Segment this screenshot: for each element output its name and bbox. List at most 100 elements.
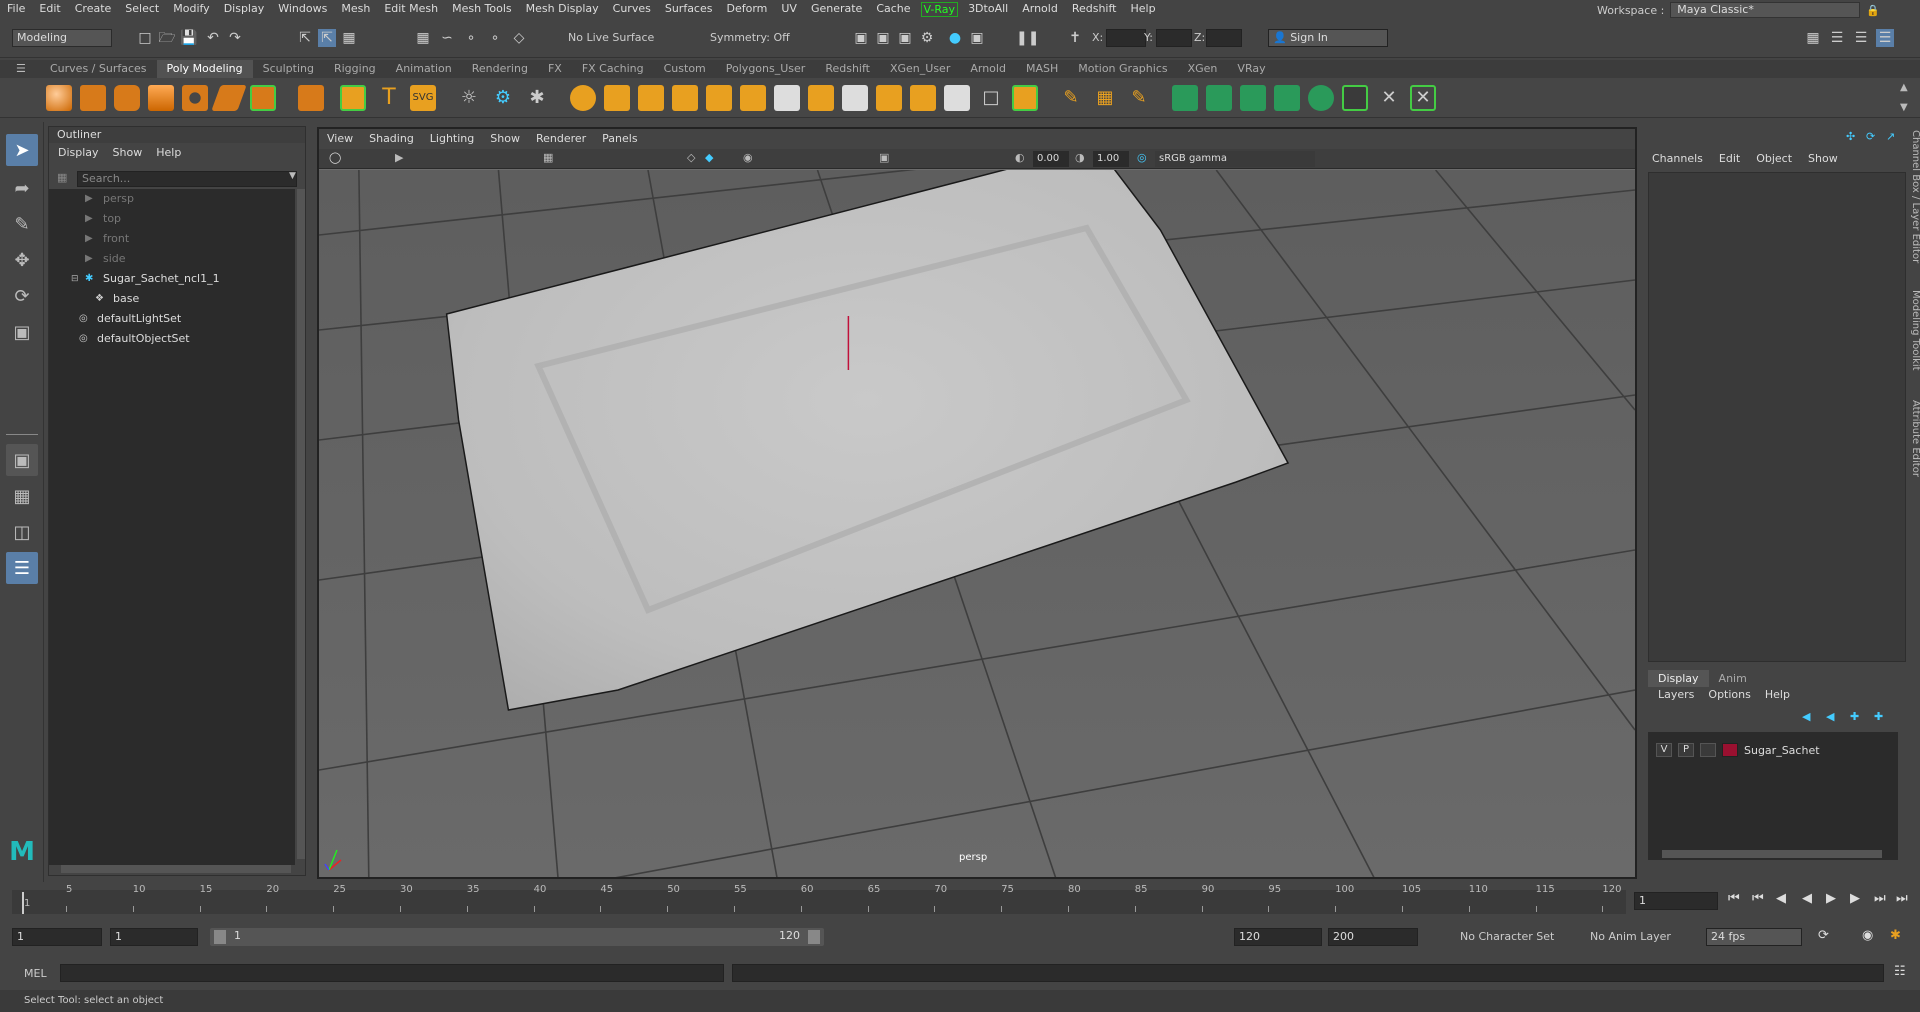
text-tool-icon[interactable]: T — [376, 85, 402, 111]
shelf-tab-xgen[interactable]: XGen — [1178, 60, 1228, 78]
menu-v-ray[interactable]: V-Ray — [920, 1, 959, 17]
layer-move-up-icon[interactable]: ◀ — [1802, 710, 1810, 723]
bridge-icon[interactable] — [774, 85, 800, 111]
outliner-item[interactable]: ▶ top — [49, 209, 295, 229]
viewport-menu-view[interactable]: View — [327, 129, 353, 149]
shelf-tab-custom[interactable]: Custom — [654, 60, 716, 78]
poly-cone-icon[interactable] — [148, 85, 174, 111]
uv-camera-icon[interactable] — [1308, 85, 1334, 111]
multi-cut-icon[interactable]: ✎ — [1058, 85, 1084, 111]
viewport-canvas[interactable] — [319, 170, 1635, 879]
outliner-layout-icon[interactable]: ☰ — [6, 552, 38, 584]
modeling-toolkit-icon[interactable]: ▦ — [1804, 29, 1822, 47]
move-tool-icon[interactable]: ✥ — [6, 244, 38, 276]
mash-network-icon[interactable]: ☼ — [456, 85, 482, 111]
shelf-tab-animation[interactable]: Animation — [386, 60, 462, 78]
save-scene-icon[interactable]: 💾 — [180, 29, 198, 47]
play-forward-icon[interactable]: ▶ — [1826, 891, 1836, 906]
layer-name[interactable]: Sugar_Sachet — [1744, 744, 1820, 757]
select-tool-icon[interactable]: ➤ — [6, 134, 38, 166]
outliner-item[interactable]: ▶ front — [49, 229, 295, 249]
textured-icon[interactable]: ◉ — [743, 151, 753, 164]
side-tab-attribute-editor[interactable]: Attribute Editor — [1910, 400, 1920, 477]
poly-sphere-icon[interactable] — [46, 85, 72, 111]
poly-torus-icon[interactable] — [182, 85, 208, 111]
gamma-icon[interactable]: ◑ — [1075, 151, 1085, 164]
shelf-tab-mash[interactable]: MASH — [1016, 60, 1068, 78]
layer-visibility-toggle[interactable]: V — [1656, 743, 1672, 757]
merge-icon[interactable] — [910, 85, 936, 111]
outliner-filter-icon[interactable]: ▦ — [57, 171, 67, 184]
search-dropdown-icon[interactable]: ▼ — [289, 171, 296, 181]
shelf-scroll-up-icon[interactable]: ▲ — [1900, 82, 1908, 93]
script-editor-icon[interactable]: ☷ — [1894, 964, 1906, 979]
shelf-tab-polygons-user[interactable]: Polygons_User — [716, 60, 816, 78]
combine-icon[interactable] — [570, 85, 596, 111]
range-start-handle[interactable] — [214, 930, 226, 944]
menu-arnold[interactable]: Arnold — [1015, 0, 1065, 18]
radial-mash-icon[interactable]: ✱ — [524, 85, 550, 111]
uv-planar-icon[interactable] — [1172, 85, 1198, 111]
layer-type-toggle[interactable] — [1700, 743, 1716, 757]
color-space-dropdown[interactable]: sRGB gamma — [1155, 151, 1315, 167]
character-set-dropdown[interactable]: No Character Set — [1460, 928, 1554, 946]
hypershade-icon[interactable]: ● — [946, 29, 964, 47]
viewport-menu-lighting[interactable]: Lighting — [430, 129, 474, 149]
poly-disc-icon[interactable] — [250, 85, 276, 111]
playback-end-field[interactable]: 120 — [1234, 928, 1322, 946]
outliner-item[interactable]: ▶ side — [49, 249, 295, 269]
render-view-icon[interactable]: ▣ — [968, 29, 986, 47]
sign-in-button[interactable]: 👤 Sign In — [1268, 29, 1388, 47]
y-field[interactable] — [1156, 29, 1192, 47]
new-layer-icon[interactable]: ✚ — [1850, 710, 1859, 723]
lasso-tool-icon[interactable]: ➦ — [6, 172, 38, 204]
layer-color-swatch[interactable] — [1722, 743, 1738, 757]
rotate-tool-icon[interactable]: ⟳ — [6, 280, 38, 312]
command-input[interactable] — [60, 964, 724, 982]
outliner-search-input[interactable]: Search... — [77, 171, 297, 187]
menu-edit-mesh[interactable]: Edit Mesh — [377, 0, 445, 18]
layer-menu-help[interactable]: Help — [1765, 688, 1790, 701]
shelf-tab-redshift[interactable]: Redshift — [815, 60, 880, 78]
undo-icon[interactable]: ↶ — [204, 29, 222, 47]
shelf-menu-icon[interactable]: ☰ — [16, 62, 26, 75]
outliner-menu-help[interactable]: Help — [156, 143, 181, 163]
fps-dropdown[interactable]: 24 fps — [1706, 928, 1802, 946]
platonic-solid-icon[interactable] — [298, 85, 324, 111]
shelf-tab-poly-modeling[interactable]: Poly Modeling — [156, 60, 253, 78]
smooth-shade-icon[interactable]: ◆ — [705, 151, 713, 164]
shelf-tab-fx[interactable]: FX — [538, 60, 572, 78]
wedge-icon[interactable]: □ — [978, 85, 1004, 111]
single-perspective-icon[interactable]: ▣ — [6, 444, 38, 476]
shelf-tab-motion-graphics[interactable]: Motion Graphics — [1068, 60, 1177, 78]
outliner-scrollbar[interactable] — [297, 189, 305, 859]
animation-start-field[interactable]: 1 — [12, 928, 102, 946]
layer-row[interactable]: V P Sugar_Sachet — [1648, 740, 1898, 760]
menu-mesh[interactable]: Mesh — [334, 0, 377, 18]
channel-box-icon[interactable]: ☰ — [1876, 29, 1894, 47]
shelf-scroll-down-icon[interactable]: ▼ — [1900, 102, 1908, 113]
viewport-menu-shading[interactable]: Shading — [369, 129, 414, 149]
channel-box-menu-object[interactable]: Object — [1756, 152, 1792, 165]
go-to-start-icon[interactable]: ⏮ — [1728, 891, 1740, 906]
grid-toggle-icon[interactable]: ▦ — [543, 151, 553, 164]
step-forward-key-icon[interactable]: ⏭ — [1874, 891, 1886, 906]
timeline-track[interactable] — [12, 890, 1626, 914]
live-surface-label[interactable]: No Live Surface — [568, 29, 654, 47]
redo-icon[interactable]: ↷ — [226, 29, 244, 47]
outliner-menu-display[interactable]: Display — [58, 143, 99, 163]
channel-box-tool-icon[interactable]: ✣ — [1846, 130, 1855, 143]
shelf-tab-rigging[interactable]: Rigging — [324, 60, 386, 78]
menu-surfaces[interactable]: Surfaces — [658, 0, 720, 18]
current-frame-field[interactable]: 1 — [1634, 892, 1718, 910]
channel-box-menu-show[interactable]: Show — [1808, 152, 1838, 165]
pause-icon[interactable]: ❚❚ — [1016, 29, 1039, 47]
snap-curve-icon[interactable]: ∽ — [438, 29, 456, 47]
z-field[interactable] — [1206, 29, 1242, 47]
persp-viewport[interactable]: View Shading Lighting Show Renderer Panels ◯ … — [317, 127, 1637, 879]
select-hierarchy-icon[interactable]: ⇱ — [296, 29, 314, 47]
shelf-tab-rendering[interactable]: Rendering — [462, 60, 538, 78]
transform-icon[interactable]: ✝ — [1066, 29, 1084, 47]
expand-collapse-icon[interactable]: ⊟ — [71, 269, 79, 289]
menu-help[interactable]: Help — [1123, 0, 1162, 18]
